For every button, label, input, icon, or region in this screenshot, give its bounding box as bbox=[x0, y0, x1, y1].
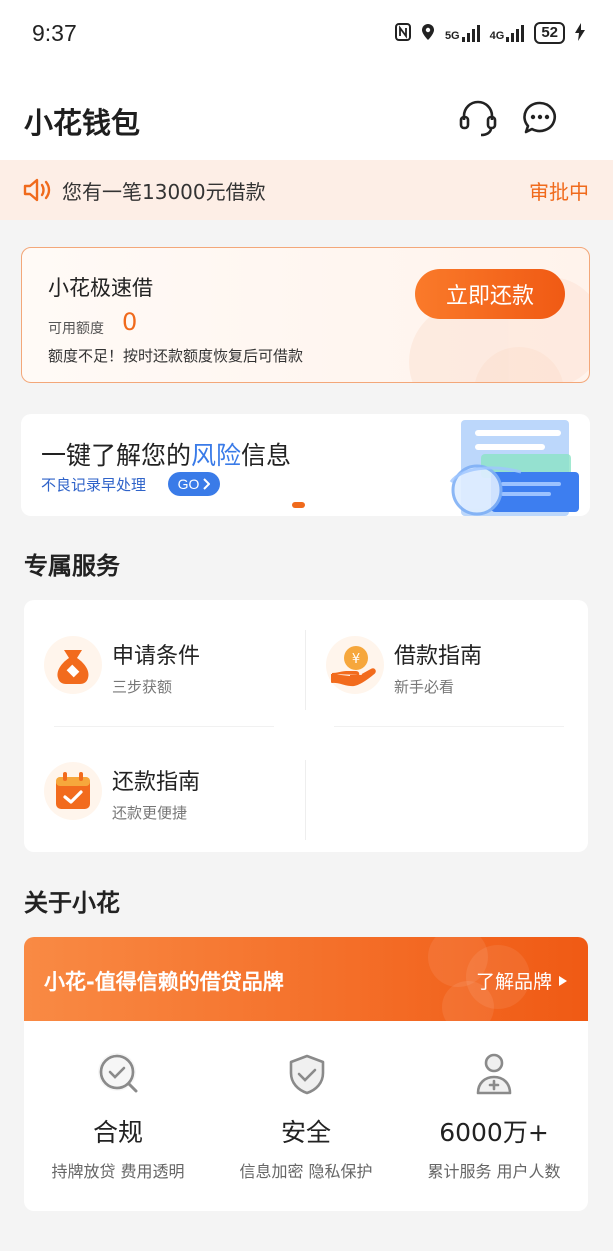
service-name: 申请条件 bbox=[112, 644, 201, 669]
risk-title-highlight: 风险 bbox=[191, 441, 242, 470]
brand-banner[interactable]: 小花-值得信赖的借贷品牌 了解品牌 bbox=[24, 937, 588, 1021]
about-item-head: 安全 bbox=[280, 1118, 331, 1147]
notice-text: 您有一笔13000元借款 bbox=[62, 180, 266, 204]
credit-label: 可用额度 bbox=[48, 321, 104, 337]
status-icons: 5G 4G 52 bbox=[394, 22, 585, 44]
money-bag-icon bbox=[44, 636, 102, 694]
credit-value: 0 bbox=[122, 308, 138, 336]
approval-status[interactable]: 审批中 bbox=[529, 176, 589, 205]
risk-banner-title: 一键了解您的风险信息 bbox=[41, 436, 291, 472]
divider bbox=[305, 760, 306, 840]
location-icon bbox=[421, 23, 435, 44]
svg-text:¥: ¥ bbox=[352, 652, 360, 667]
risk-banner-subtitle: 不良记录早处理 bbox=[41, 476, 147, 494]
carousel-indicator bbox=[292, 502, 305, 508]
services-section-title: 专属服务 bbox=[24, 552, 120, 580]
about-item-security: 安全 信息加密 隐私保护 bbox=[212, 1021, 400, 1211]
compliance-check-icon bbox=[96, 1051, 142, 1097]
loan-product-title: 小花极速借 bbox=[48, 276, 153, 300]
loan-card: 小花极速借 可用额度 0 额度不足！按时还款额度恢复后可借款 立即还款 bbox=[21, 247, 590, 383]
service-desc: 三步获额 bbox=[112, 678, 173, 696]
service-name: 还款指南 bbox=[112, 770, 201, 795]
services-panel: 申请条件 三步获额 ¥ 借款指南 新手必看 还款指南 还款更便捷 bbox=[24, 600, 588, 852]
about-item-sub: 持牌放贷 费用透明 bbox=[51, 1162, 185, 1181]
about-item-sub: 信息加密 隐私保护 bbox=[239, 1162, 373, 1181]
nfc-icon bbox=[394, 22, 411, 44]
risk-title-suffix: 信息 bbox=[241, 441, 292, 470]
about-item-head: 合规 bbox=[92, 1118, 143, 1147]
user-plus-icon bbox=[472, 1051, 518, 1097]
repay-now-button[interactable]: 立即还款 bbox=[415, 269, 565, 319]
risk-info-banner[interactable]: 一键了解您的风险信息 不良记录早处理 GO bbox=[21, 414, 590, 516]
charging-icon bbox=[575, 22, 585, 44]
network-label-1: 5G bbox=[444, 30, 460, 42]
risk-title-prefix: 一键了解您的 bbox=[41, 441, 192, 470]
triangle-right-icon bbox=[559, 975, 567, 986]
about-item-head: 6000万+ bbox=[439, 1118, 549, 1147]
status-bar: 9:37 5G 4G 52 bbox=[0, 0, 613, 72]
document-magnifier-illustration bbox=[449, 420, 579, 516]
signal-4g: 4G bbox=[490, 24, 525, 42]
page-title: 小花钱包 bbox=[24, 106, 141, 140]
about-item-users: 6000万+ 累计服务 用户人数 bbox=[400, 1021, 588, 1211]
service-desc: 新手必看 bbox=[394, 678, 455, 696]
brand-banner-title: 小花-值得信赖的借贷品牌 bbox=[44, 970, 284, 994]
service-name: 借款指南 bbox=[394, 644, 483, 669]
chevron-right-icon bbox=[203, 478, 211, 490]
about-section-title: 关于小花 bbox=[24, 889, 120, 917]
headset-icon[interactable] bbox=[458, 98, 498, 138]
shield-check-icon bbox=[284, 1051, 330, 1097]
network-label-2: 4G bbox=[489, 30, 505, 42]
service-desc: 还款更便捷 bbox=[112, 804, 188, 822]
credit-note: 额度不足！按时还款额度恢复后可借款 bbox=[48, 347, 304, 365]
app-header: 小花钱包 bbox=[0, 72, 613, 160]
chat-icon[interactable] bbox=[520, 98, 560, 138]
learn-brand-link[interactable]: 了解品牌 bbox=[476, 967, 568, 994]
signal-5g: 5G bbox=[445, 24, 480, 42]
about-panel: 小花-值得信赖的借贷品牌 了解品牌 合规 持牌放贷 费用透明 安全 信息加密 隐… bbox=[24, 937, 588, 1211]
loan-notice-bar[interactable]: 您有一笔13000元借款 审批中 bbox=[0, 160, 613, 220]
battery-level: 52 bbox=[534, 22, 565, 44]
learn-brand-label: 了解品牌 bbox=[475, 971, 552, 993]
service-item-repay-guide[interactable]: 还款指南 还款更便捷 bbox=[24, 726, 264, 826]
status-time: 9:37 bbox=[32, 20, 77, 46]
go-label: GO bbox=[177, 476, 200, 492]
hand-coin-icon: ¥ bbox=[326, 636, 384, 694]
service-item-loan-guide[interactable]: ¥ 借款指南 新手必看 bbox=[306, 600, 546, 700]
signal-bars-icon bbox=[461, 24, 480, 42]
about-item-compliance: 合规 持牌放贷 费用透明 bbox=[24, 1021, 212, 1211]
about-item-sub: 累计服务 用户人数 bbox=[427, 1162, 561, 1181]
service-item-apply-conditions[interactable]: 申请条件 三步获额 bbox=[24, 600, 264, 700]
go-button[interactable]: GO bbox=[168, 472, 220, 496]
speaker-icon bbox=[22, 176, 52, 204]
calendar-check-icon bbox=[44, 762, 102, 820]
divider bbox=[334, 726, 564, 727]
signal-bars-icon bbox=[506, 24, 525, 42]
